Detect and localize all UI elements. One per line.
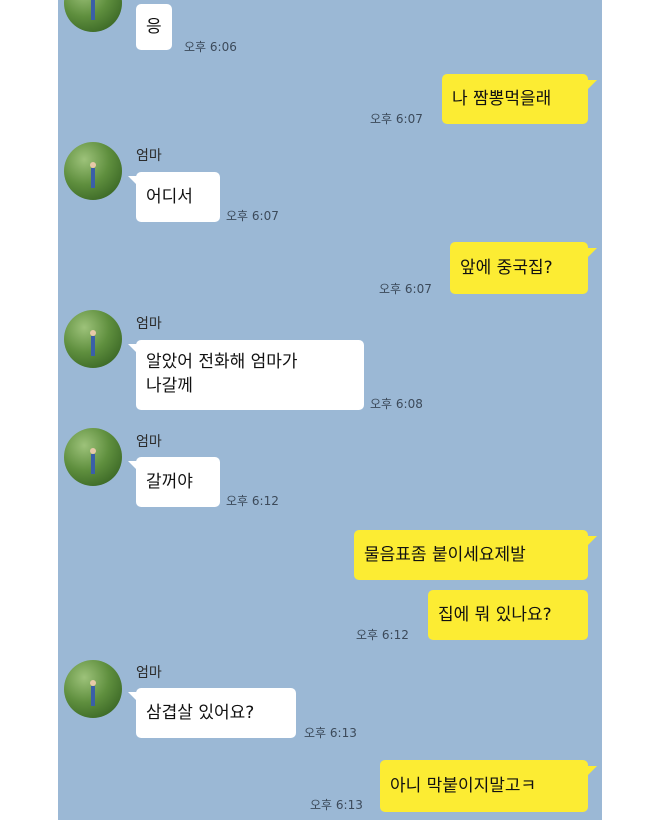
bubble-tail [588,248,597,257]
avatar[interactable] [64,660,122,718]
message-text: 아니 막붙이지말고ㅋ [390,776,537,796]
message-text: 갈꺼야 [146,472,193,492]
message-text: 삼겹살 있어요? [146,703,255,723]
message-time: 오후 6:12 [226,494,279,508]
avatar[interactable] [64,310,122,368]
message-time: 오후 6:13 [310,798,363,812]
message-bubble-incoming[interactable]: 응 [136,4,172,50]
message-text: 물음표좀 붙이세요제발 [364,545,526,565]
message-bubble-incoming[interactable]: 삼겹살 있어요? [136,688,296,738]
message-bubble-outgoing[interactable]: 나 짬뽕먹을래 [442,74,588,124]
message-bubble-outgoing[interactable]: 물음표좀 붙이세요제발 [354,530,588,580]
sender-name: 엄마 [136,316,162,332]
bubble-tail [588,766,597,775]
message-bubble-incoming[interactable]: 어디서 [136,172,220,222]
sender-name: 엄마 [136,434,162,450]
message-text: 응 [146,17,162,37]
message-bubble-outgoing[interactable]: 앞에 중국집? [450,242,588,294]
message-text: 집에 뭐 있나요? [438,605,552,625]
message-time: 오후 6:12 [356,628,409,642]
bubble-tail [588,536,597,545]
avatar[interactable] [64,142,122,200]
message-text: 알았어 전화해 엄마가 나갈께 [146,352,298,396]
message-text: 앞에 중국집? [460,258,553,278]
bubble-tail [588,80,597,89]
message-time: 오후 6:08 [370,397,423,411]
message-bubble-outgoing[interactable]: 아니 막붙이지말고ㅋ [380,760,588,812]
message-bubble-outgoing[interactable]: 집에 뭐 있나요? [428,590,588,640]
message-time: 오후 6:07 [379,282,432,296]
sender-name: 엄마 [136,665,162,681]
message-time: 오후 6:07 [226,209,279,223]
message-bubble-incoming[interactable]: 갈꺼야 [136,457,220,507]
message-time: 오후 6:13 [304,726,357,740]
message-time: 오후 6:07 [370,112,423,126]
message-text: 나 짬뽕먹을래 [452,89,552,109]
avatar[interactable] [64,428,122,486]
message-time: 오후 6:06 [184,40,237,54]
sender-name: 엄마 [136,148,162,164]
message-text: 어디서 [146,187,193,207]
avatar[interactable] [64,0,122,32]
chat-background: 응 오후 6:06 나 짬뽕먹을래 오후 6:07 엄마 어디서 오후 6:07… [58,0,602,820]
message-bubble-incoming[interactable]: 알았어 전화해 엄마가 나갈께 [136,340,364,410]
